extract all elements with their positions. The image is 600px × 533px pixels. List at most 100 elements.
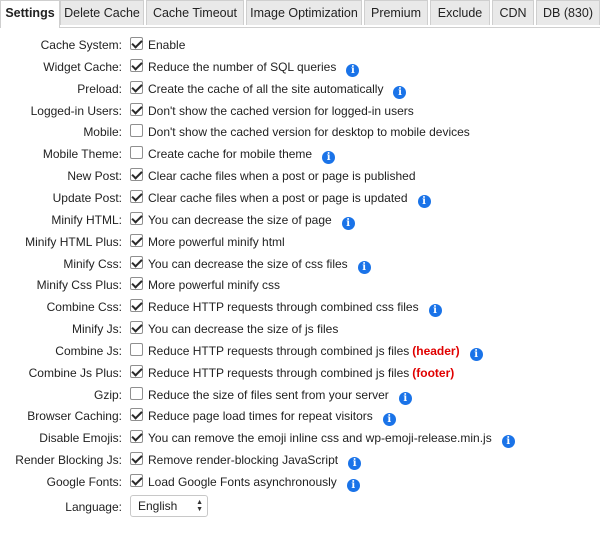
setting-label: Browser Caching:	[27, 409, 122, 424]
tab-image-optimization[interactable]: Image Optimization	[246, 0, 362, 25]
setting-label: Combine Js:	[55, 343, 122, 358]
setting-description-text: Remove render-blocking JavaScript	[148, 453, 339, 468]
setting-description-text: Reduce the number of SQL queries	[148, 59, 337, 74]
setting-description-text: More powerful minify css	[148, 278, 281, 293]
info-icon[interactable]: i	[341, 216, 355, 230]
setting-description-text: More powerful minify html	[148, 234, 285, 249]
setting-description-text: Reduce HTTP requests through combined cs…	[148, 300, 419, 315]
minify-css-plus-checkbox[interactable]	[130, 277, 143, 291]
combine-js-checkbox[interactable]	[130, 342, 143, 356]
setting-label: Render Blocking Js:	[15, 453, 122, 468]
setting-description: More powerful minify html	[148, 235, 285, 249]
setting-description: You can decrease the size of page i	[148, 213, 355, 230]
setting-row-new-post: New Post: Clear cache files when a post o…	[0, 166, 600, 187]
google-fonts-checkbox[interactable]	[130, 474, 143, 487]
info-icon[interactable]: i	[428, 304, 442, 318]
setting-row-combine-js: Combine Js: Reduce HTTP requests through …	[0, 341, 600, 362]
setting-description-text: You can decrease the size of js files	[148, 322, 339, 337]
combine-css-checkbox[interactable]	[130, 299, 143, 313]
setting-description: Don't show the cached version for deskto…	[148, 125, 470, 139]
setting-row-render-blocking-js: Render Blocking Js: Remove render-blockin…	[0, 450, 600, 471]
info-icon[interactable]: i	[346, 63, 360, 77]
setting-label: Mobile Theme:	[42, 147, 122, 162]
setting-description-text: Reduce the size of files sent from your …	[148, 387, 389, 402]
setting-label: Widget Cache:	[43, 59, 122, 74]
setting-description: You can decrease the size of js files	[148, 322, 338, 336]
logged-in-users-checkbox[interactable]	[130, 102, 143, 116]
info-icon[interactable]: i	[382, 413, 396, 427]
info-icon[interactable]: i	[348, 457, 362, 471]
tab-cache-timeout[interactable]: Cache Timeout	[146, 0, 244, 25]
setting-label: Combine Js Plus:	[28, 365, 122, 380]
new-post-checkbox[interactable]	[130, 168, 143, 182]
setting-label: Preload:	[77, 81, 122, 96]
language-label: Language:	[65, 499, 122, 514]
info-icon[interactable]: i	[501, 435, 515, 449]
minify-html-checkbox[interactable]	[130, 211, 143, 225]
browser-caching-checkbox[interactable]	[130, 408, 143, 422]
setting-row-minify-css: Minify Css: You can decrease the size of …	[0, 254, 600, 275]
setting-description: More powerful minify css	[148, 278, 280, 292]
language-value: English	[138, 498, 178, 513]
setting-row-mobile: Mobile: Don't show the cached version for…	[0, 122, 600, 143]
setting-description-text: Enable	[148, 38, 186, 52]
setting-row-cache-system: Cache System: Enable	[0, 35, 600, 56]
tab-cdn[interactable]: CDN	[492, 0, 534, 25]
setting-description: Reduce HTTP requests through combined js…	[148, 344, 483, 361]
tab-exclude[interactable]: Exclude	[430, 0, 490, 25]
tab-bar: Settings Delete Cache Cache Timeout Imag…	[0, 0, 600, 28]
setting-description-text: Reduce page load times for repeat visito…	[148, 409, 373, 424]
setting-row-preload: Preload: Create the cache of all the site…	[0, 79, 600, 100]
mobile-theme-checkbox[interactable]	[130, 146, 143, 160]
minify-css-checkbox[interactable]	[130, 255, 143, 269]
setting-row-update-post: Update Post: Clear cache files when a pos…	[0, 188, 600, 209]
minify-html-plus-checkbox[interactable]	[130, 233, 143, 247]
setting-row-language: Language: English ▲ ▼	[0, 494, 600, 518]
tab-db[interactable]: DB (830)	[536, 0, 600, 25]
info-icon[interactable]: i	[398, 391, 412, 405]
cache-system-checkbox[interactable]	[130, 37, 143, 50]
setting-description: Remove render-blocking JavaScript i	[148, 453, 362, 471]
setting-description-text: You can remove the emoji inline css and …	[148, 431, 492, 446]
info-icon[interactable]: i	[322, 151, 336, 165]
info-icon[interactable]: i	[469, 347, 483, 361]
disable-emojis-checkbox[interactable]	[130, 430, 143, 444]
setting-row-minify-js: Minify Js: You can decrease the size of j…	[0, 319, 600, 340]
setting-description: Reduce HTTP requests through combined js…	[148, 366, 454, 380]
setting-description: Create the cache of all the site automat…	[148, 82, 407, 99]
setting-description-text: You can decrease the size of page	[148, 212, 332, 227]
setting-description-text: Don't show the cached version for logged…	[148, 103, 414, 118]
setting-description: Reduce HTTP requests through combined cs…	[148, 300, 442, 318]
tab-premium[interactable]: Premium	[364, 0, 428, 25]
setting-row-disable-emojis: Disable Emojis: You can remove the emoji …	[0, 428, 600, 449]
preload-checkbox[interactable]	[130, 80, 143, 94]
setting-description-text: Clear cache files when a post or page is…	[148, 190, 408, 205]
setting-description: Clear cache files when a post or page is…	[148, 169, 416, 183]
gzip-checkbox[interactable]	[130, 386, 143, 400]
minify-js-checkbox[interactable]	[130, 321, 143, 335]
setting-row-gzip: Gzip: Reduce the size of files sent from …	[0, 385, 600, 406]
info-icon[interactable]: i	[417, 194, 431, 208]
setting-description: Reduce page load times for repeat visito…	[148, 409, 396, 427]
setting-row-combine-css: Combine Css: Reduce HTTP requests through…	[0, 297, 600, 318]
info-icon[interactable]: i	[393, 85, 407, 99]
setting-row-google-fonts: Google Fonts: Load Google Fonts asynchron…	[0, 472, 600, 493]
combine-js-plus-checkbox[interactable]	[130, 364, 143, 378]
setting-description: Clear cache files when a post or page is…	[148, 191, 431, 208]
info-icon[interactable]: i	[357, 260, 371, 274]
render-blocking-js-checkbox[interactable]	[130, 452, 143, 466]
setting-label: Minify HTML:	[51, 212, 122, 227]
info-icon[interactable]: i	[346, 479, 360, 492]
language-select[interactable]: English ▲ ▼	[130, 494, 208, 517]
update-post-checkbox[interactable]	[130, 189, 143, 203]
mobile-checkbox[interactable]	[130, 124, 143, 138]
widget-cache-checkbox[interactable]	[130, 58, 143, 72]
setting-description-text: Reduce HTTP requests through combined js…	[148, 365, 410, 380]
setting-description-text: Create cache for mobile theme	[148, 147, 313, 162]
setting-note: (header)	[412, 343, 460, 358]
setting-row-mobile-theme: Mobile Theme: Create cache for mobile the…	[0, 144, 600, 165]
tab-delete-cache[interactable]: Delete Cache	[60, 0, 144, 25]
setting-description: You can remove the emoji inline css and …	[148, 431, 515, 449]
setting-description: Reduce the size of files sent from your …	[148, 388, 412, 405]
tab-settings[interactable]: Settings	[0, 0, 60, 28]
